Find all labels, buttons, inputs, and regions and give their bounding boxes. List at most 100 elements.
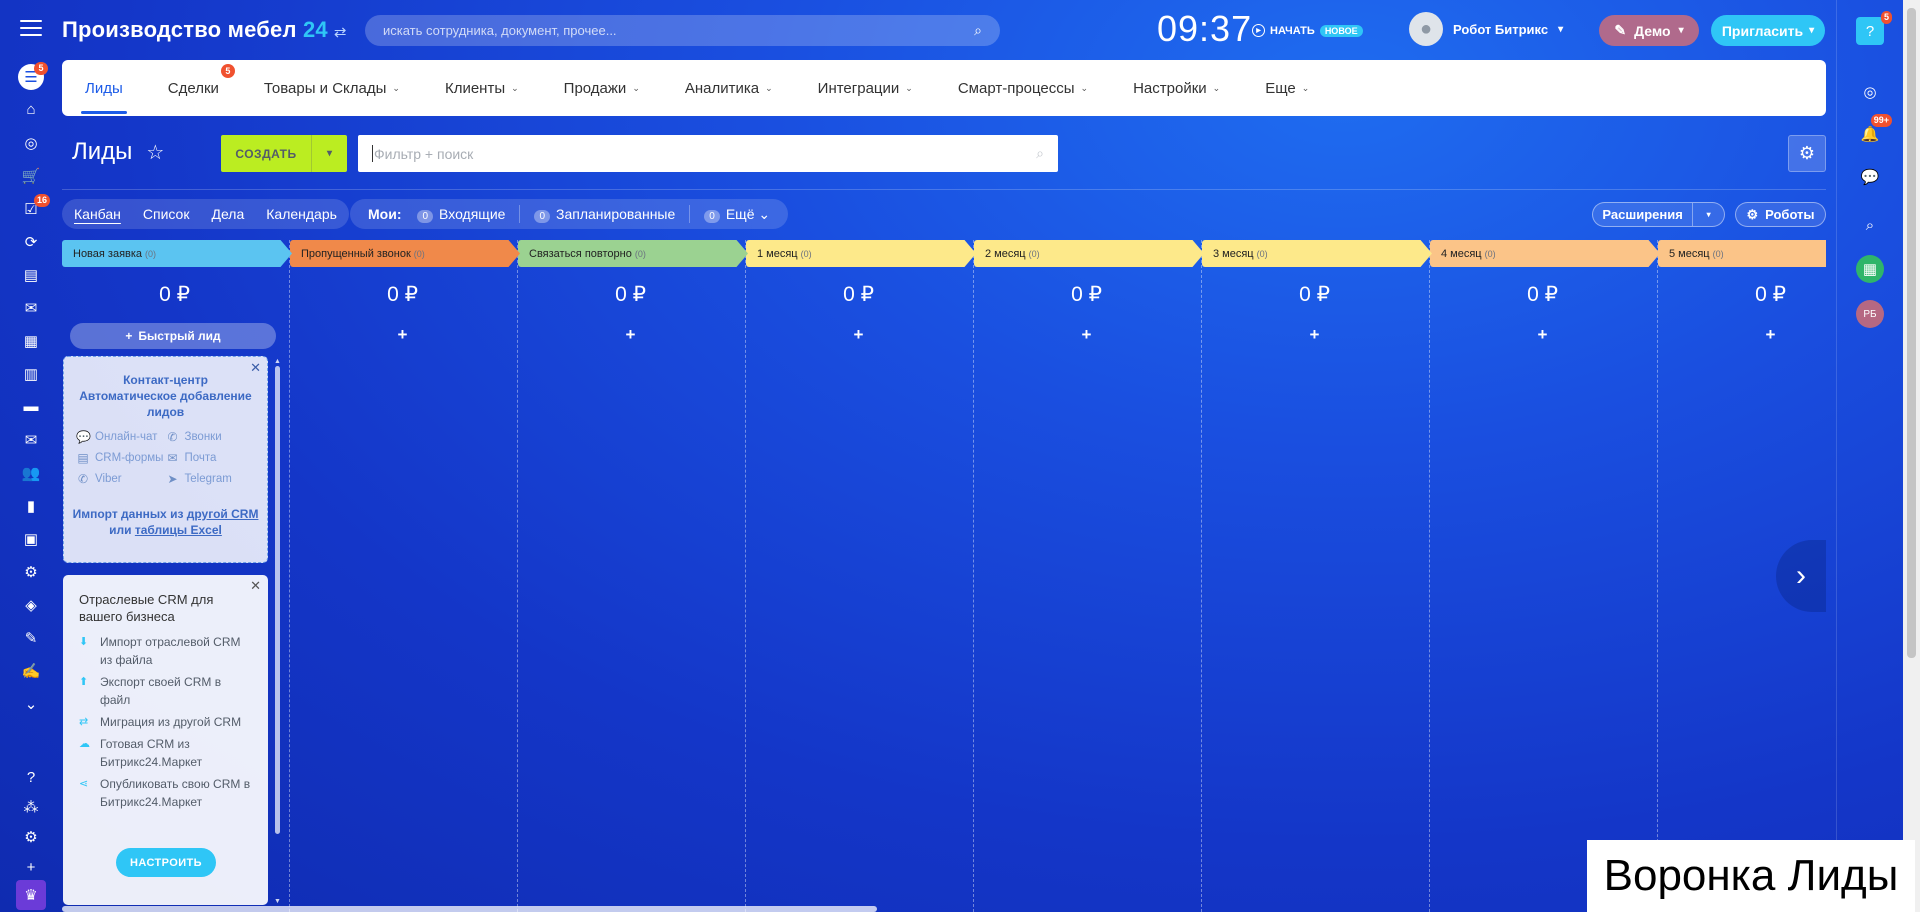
setup-button[interactable]: НАСТРОИТЬ (116, 848, 216, 877)
scroll-thumb[interactable] (275, 366, 280, 834)
column-header[interactable]: 1 месяц (0) (746, 240, 976, 267)
chevron-down-icon[interactable]: ▾ (311, 135, 347, 172)
sidebar-item[interactable]: ⌂ (0, 93, 62, 126)
sidebar-item[interactable]: ⌄ (0, 687, 62, 720)
column-header[interactable]: 5 месяц (0) (1658, 240, 1826, 267)
user-avatar[interactable]: РБ (1856, 300, 1884, 328)
sidebar-item[interactable]: ▥ (0, 357, 62, 390)
add-lead-button[interactable]: + (1430, 325, 1655, 345)
close-icon[interactable]: ✕ (250, 360, 261, 376)
tab-item[interactable]: Интеграции ⌄ (818, 80, 913, 97)
scroll-down-icon[interactable]: ▼ (274, 898, 281, 905)
industry-item[interactable]: ☁ Готовая CRM из Битрикс24.Маркет (79, 735, 252, 771)
search-input[interactable]: искать сотрудника, документ, прочее... ⌕ (365, 15, 1000, 46)
sidebar-item[interactable]: ◈ (0, 588, 62, 621)
menu-icon[interactable] (20, 20, 42, 38)
my-counter-item[interactable]: 0 Запланированные (534, 206, 675, 223)
my-counter-item[interactable]: 0 Ещё ⌄ (704, 206, 770, 223)
view-tab[interactable]: Канбан (74, 206, 121, 222)
swap-icon[interactable]: ⇄ (334, 24, 347, 41)
tab-item[interactable]: Смарт-процессы ⌄ (958, 80, 1088, 97)
channel-item[interactable]: ➤ Telegram (166, 472, 256, 486)
activity-icon[interactable]: ◎ (1856, 78, 1884, 106)
view-tab[interactable]: Список (143, 206, 190, 222)
column-header[interactable]: 2 месяц (0) (974, 240, 1204, 267)
tab-item[interactable]: Еще ⌄ (1265, 80, 1309, 97)
sidebar-bottom-item[interactable]: ⁂ (0, 792, 62, 822)
invite-button[interactable]: Пригласить ▾ (1711, 15, 1825, 46)
sidebar-item[interactable]: 🛒 (0, 159, 62, 192)
create-button[interactable]: СОЗДАТЬ ▾ (221, 135, 347, 172)
calculator-icon[interactable]: ▦ (1856, 255, 1884, 283)
search-icon[interactable]: ⌕ (974, 22, 982, 39)
clock[interactable]: 09:37 (1157, 8, 1252, 50)
sidebar-item[interactable]: ▣ (0, 522, 62, 555)
search-icon[interactable]: ⌕ (1856, 211, 1884, 239)
demo-button[interactable]: ✎ Демо ▾ (1599, 15, 1699, 46)
crown-icon[interactable]: ♛ (16, 880, 46, 910)
industry-item[interactable]: ⇄ Миграция из другой CRM (79, 713, 252, 731)
tab-item[interactable]: Сделки 5 (168, 63, 235, 97)
industry-item[interactable]: ⬇ Импорт отраслевой CRM из файла (79, 633, 252, 669)
sidebar-item[interactable]: ✍ (0, 654, 62, 687)
column-scrollbar[interactable]: ▲ ▼ (274, 358, 281, 908)
scroll-up-icon[interactable]: ▲ (274, 358, 281, 365)
add-lead-button[interactable]: + (746, 325, 971, 345)
sidebar-item[interactable]: 👥 (0, 456, 62, 489)
help-icon[interactable]: ? 5 (1856, 11, 1892, 45)
tab-item[interactable]: Аналитика ⌄ (685, 80, 773, 97)
view-tab[interactable]: Календарь (266, 206, 337, 222)
search-icon[interactable]: ⌕ (1036, 145, 1044, 162)
start-workday-button[interactable]: ▶ НАЧАТЬ НОВОЕ (1252, 24, 1363, 37)
add-lead-button[interactable]: + (518, 325, 743, 345)
channel-item[interactable]: 💬 Онлайн-чат (76, 430, 166, 444)
quick-lead-button[interactable]: + Быстрый лид (70, 323, 276, 349)
filter-search-input[interactable]: Фильтр + поиск ⌕ (358, 135, 1058, 172)
industry-item[interactable]: ⬆ Экспорт своей CRM в файл (79, 673, 252, 709)
my-counter-item[interactable]: 0 Входящие (417, 206, 505, 223)
gear-icon[interactable]: ⚙ (1788, 135, 1826, 172)
sidebar-bottom-item[interactable]: ⚙ (0, 822, 62, 852)
chevron-down-icon[interactable]: ▾ (1692, 203, 1724, 226)
extensions-button[interactable]: Расширения ▾ (1592, 202, 1725, 227)
sidebar-item[interactable]: ▤ (0, 258, 62, 291)
sidebar-item[interactable]: ▬ (0, 390, 62, 423)
channel-item[interactable]: ✉ Почта (166, 451, 256, 465)
notifications-icon[interactable]: 🔔 99+ (1856, 114, 1892, 148)
add-lead-button[interactable]: + (1202, 325, 1427, 345)
add-lead-button[interactable]: + (974, 325, 1199, 345)
star-icon[interactable]: ☆ (146, 140, 164, 165)
kanban-horizontal-scrollbar[interactable] (62, 906, 1826, 912)
channel-item[interactable]: ✆ Звонки (166, 430, 256, 444)
add-lead-button[interactable]: + (290, 325, 515, 345)
messages-icon[interactable]: 💬 (1856, 163, 1884, 191)
sidebar-bottom-item[interactable]: + (0, 852, 62, 882)
sidebar-item[interactable]: ☰ 5 (0, 60, 62, 93)
column-header[interactable]: Связаться повторно (0) (518, 240, 748, 267)
tab-item[interactable]: Настройки ⌄ (1133, 80, 1220, 97)
scroll-thumb[interactable] (1907, 8, 1916, 658)
column-header[interactable]: Пропущенный звонок (0) (290, 240, 520, 267)
user-menu[interactable]: ● Робот Битрикс ▾ (1409, 12, 1563, 46)
sidebar-item[interactable]: ▮ (0, 489, 62, 522)
sidebar-item[interactable]: ☑ 16 (0, 192, 62, 225)
tab-leads[interactable]: Лиды (81, 80, 127, 114)
sidebar-bottom-item[interactable]: ? (0, 762, 62, 792)
column-header[interactable]: 4 месяц (0) (1430, 240, 1660, 267)
sidebar-item[interactable]: ▦ (0, 324, 62, 357)
column-header[interactable]: Новая заявка (0) (62, 240, 292, 267)
industry-item[interactable]: ⋖ Опубликовать свою CRM в Битрикс24.Марке… (79, 775, 252, 811)
sidebar-item[interactable]: ◎ (0, 126, 62, 159)
portal-title[interactable]: Производство мебел 24 ⇄ (62, 17, 347, 43)
tab-item[interactable]: Продажи ⌄ (564, 80, 640, 97)
add-lead-button[interactable]: + (1658, 325, 1826, 345)
close-icon[interactable]: ✕ (250, 578, 261, 594)
sidebar-item[interactable]: ✎ (0, 621, 62, 654)
import-excel-link[interactable]: таблицы Excel (135, 523, 222, 537)
tab-item[interactable]: Товары и Склады ⌄ (264, 80, 400, 97)
channel-item[interactable]: ✆ Viber (76, 472, 166, 486)
column-header[interactable]: 3 месяц (0) (1202, 240, 1432, 267)
sidebar-item[interactable]: ✉ (0, 423, 62, 456)
tab-item[interactable]: Клиенты ⌄ (445, 80, 519, 97)
scroll-thumb[interactable] (62, 906, 877, 912)
